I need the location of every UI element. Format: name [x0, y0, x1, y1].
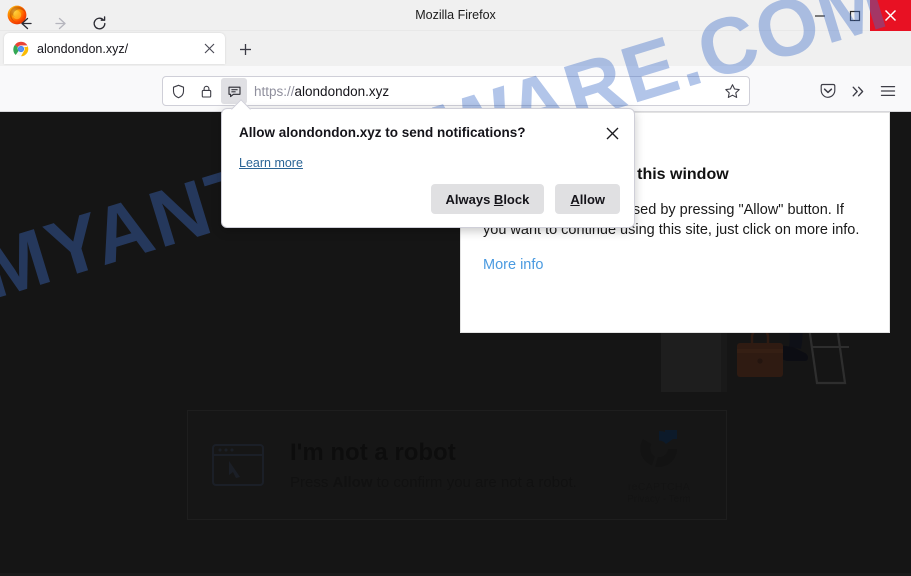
allow-label-post: llow — [579, 191, 605, 207]
always-block-label-post: lock — [503, 191, 530, 207]
captcha-text-block: I'm not a robot Press Allow to confirm y… — [290, 439, 604, 491]
recaptcha-brand: reCAPTCHA Privacy - Term — [604, 425, 714, 505]
captcha-heading: I'm not a robot — [290, 439, 456, 467]
title-bar: Mozilla Firefox — [0, 0, 911, 31]
address-bar-text[interactable]: https://alondondon.xyz — [254, 84, 718, 99]
overflow-chevron-icon[interactable] — [843, 77, 873, 105]
browser-tab[interactable]: alondondon.xyz/ — [4, 33, 225, 64]
recaptcha-brand-label: reCAPTCHA — [627, 481, 691, 493]
shield-icon[interactable] — [165, 78, 191, 104]
captcha-instruction: Press Allow to confirm you are not a rob… — [290, 474, 604, 491]
recaptcha-brand-sub: Privacy - Term — [627, 494, 691, 505]
maximize-button[interactable] — [840, 0, 870, 31]
allow-accesskey: A — [570, 191, 580, 207]
url-scheme: https:// — [254, 83, 295, 99]
always-block-label-pre: Always — [445, 191, 494, 207]
allow-button[interactable]: Allow — [555, 184, 620, 214]
browser-window-cursor-icon — [210, 441, 266, 489]
back-button[interactable] — [12, 10, 39, 36]
reload-button[interactable] — [86, 10, 113, 36]
captcha-instruction-strong: Allow — [332, 473, 373, 491]
always-block-accesskey: B — [493, 191, 504, 207]
lock-icon[interactable] — [193, 78, 219, 104]
captcha-instruction-pre: Press — [290, 473, 333, 491]
captcha-instruction-post: to confirm you are not a robot. — [372, 473, 577, 491]
new-tab-button[interactable] — [232, 36, 259, 62]
address-bar[interactable]: https://alondondon.xyz — [162, 76, 750, 106]
tab-strip: alondondon.xyz/ — [0, 31, 911, 66]
learn-more-link[interactable]: Learn more — [239, 156, 303, 170]
dialog-title: Allow alondondon.xyz to send notificatio… — [239, 125, 526, 140]
url-host: alondondon.xyz — [294, 83, 390, 99]
recaptcha-logo-icon — [640, 430, 677, 467]
bookmark-star-icon[interactable] — [718, 78, 746, 104]
dialog-close-icon[interactable] — [599, 120, 625, 146]
firefox-window: Mozilla Firefox alondondon.xyz/ https://… — [0, 0, 911, 576]
close-button[interactable] — [870, 0, 911, 31]
always-block-button[interactable]: Always Block — [430, 184, 545, 214]
pocket-icon[interactable] — [813, 77, 843, 105]
minimize-button[interactable] — [805, 0, 835, 31]
more-info-link[interactable]: More info — [483, 257, 867, 273]
app-menu-icon[interactable] — [873, 77, 903, 105]
toolbar-right-buttons — [813, 76, 903, 106]
fake-captcha-box: I'm not a robot Press Allow to confirm y… — [187, 410, 727, 520]
close-tab-button[interactable] — [198, 38, 220, 60]
window-title: Mozilla Firefox — [415, 8, 496, 22]
forward-button[interactable] — [48, 10, 75, 36]
dialog-buttons: Always Block Allow — [430, 184, 620, 214]
notification-permission-icon[interactable] — [221, 78, 247, 104]
tab-title: alondondon.xyz/ — [37, 41, 129, 56]
notification-permission-dialog: Allow alondondon.xyz to send notificatio… — [221, 99, 635, 228]
chrome-circle-icon — [13, 41, 29, 57]
